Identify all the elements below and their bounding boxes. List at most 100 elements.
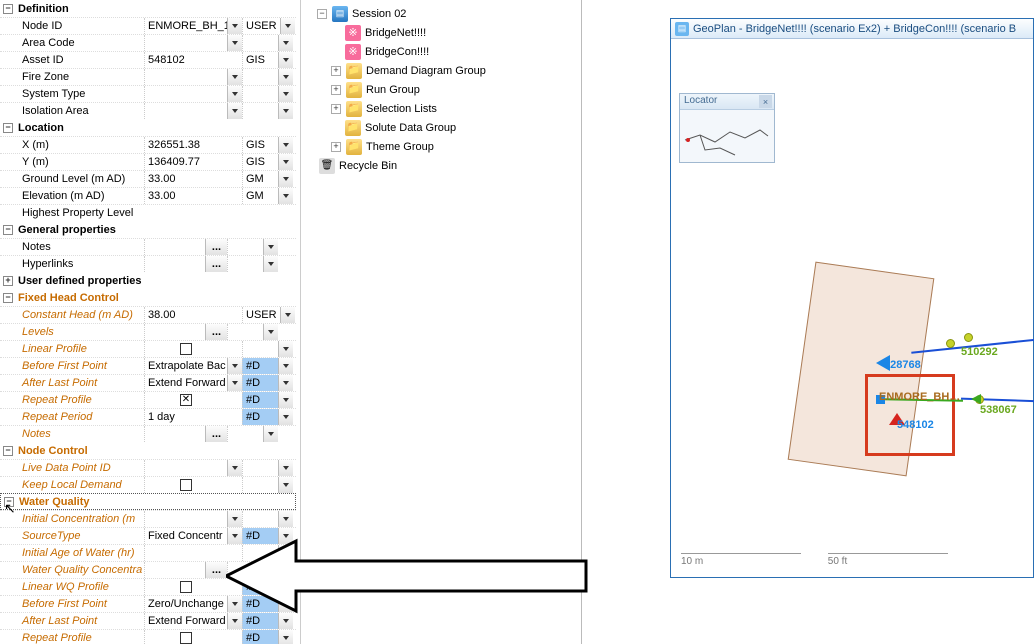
unit-cell[interactable]: GM [242, 171, 278, 187]
dropdown-icon[interactable] [278, 69, 293, 85]
unit-cell[interactable]: #D [242, 409, 278, 425]
dropdown-icon[interactable] [278, 392, 293, 408]
plus-icon[interactable]: + [331, 85, 341, 95]
dropdown-icon[interactable] [278, 409, 293, 425]
dropdown-icon[interactable] [278, 528, 293, 544]
ellipsis-button[interactable]: ... [205, 562, 227, 578]
dropdown-icon[interactable] [263, 562, 278, 578]
unit-cell[interactable]: #D [242, 392, 278, 408]
dropdown-icon[interactable] [278, 171, 293, 187]
unit-cell[interactable] [242, 341, 278, 357]
notes-value[interactable] [144, 239, 205, 255]
plus-icon[interactable]: + [331, 104, 341, 114]
tree-demand-diagram[interactable]: + Demand Diagram Group [301, 61, 581, 80]
ground-level-value[interactable]: 33.00 [144, 171, 227, 187]
unit-cell[interactable] [242, 35, 278, 51]
section-definition[interactable]: − Definition [0, 0, 296, 17]
section-general[interactable]: − General properties [0, 221, 296, 238]
dropdown-icon[interactable] [278, 596, 293, 612]
unit-cell[interactable] [242, 86, 278, 102]
dropdown-icon[interactable] [227, 358, 242, 374]
dropdown-icon[interactable] [227, 18, 242, 34]
plus-icon[interactable]: + [331, 66, 341, 76]
dropdown-icon[interactable] [278, 358, 293, 374]
hyperlinks-value[interactable] [144, 256, 205, 272]
unit-cell[interactable] [242, 460, 278, 476]
y-value[interactable]: 136409.77 [144, 154, 227, 170]
tree-selection-lists[interactable]: + Selection Lists [301, 99, 581, 118]
section-udp[interactable]: + User defined properties [0, 272, 296, 289]
bfp-value[interactable]: Extrapolate Bac [144, 358, 227, 374]
dropdown-icon[interactable] [278, 86, 293, 102]
close-icon[interactable]: × [759, 95, 772, 108]
map-canvas[interactable]: Locator × 528768 510292 538067 ENMORE_BH… [671, 39, 1033, 577]
dropdown-icon[interactable] [227, 460, 242, 476]
plus-icon[interactable]: + [331, 142, 341, 152]
plus-icon[interactable]: + [3, 276, 13, 286]
levels-value[interactable] [144, 324, 205, 340]
tree-bridgenet[interactable]: BridgeNet!!!! [301, 23, 581, 42]
unit-cell[interactable]: #D [242, 630, 278, 644]
linear-profile-check[interactable] [144, 341, 227, 357]
dropdown-icon[interactable] [227, 596, 242, 612]
system-type-value[interactable] [144, 86, 227, 102]
unit-cell[interactable]: USER [242, 18, 280, 34]
tree-recycle-bin[interactable]: Recycle Bin [301, 156, 581, 175]
ellipsis-button[interactable]: ... [205, 239, 227, 255]
tree-theme-group[interactable]: + Theme Group [301, 137, 581, 156]
source-type-value[interactable]: Fixed Concentr [144, 528, 227, 544]
unit-cell[interactable] [227, 256, 263, 272]
unit-cell[interactable]: GM [242, 188, 278, 204]
dropdown-icon[interactable] [227, 613, 242, 629]
fire-zone-value[interactable] [144, 69, 227, 85]
section-location[interactable]: − Location [0, 119, 296, 136]
dropdown-icon[interactable] [263, 256, 278, 272]
dropdown-icon[interactable] [278, 511, 293, 527]
unit-cell[interactable]: USER [242, 307, 280, 323]
tree-session[interactable]: − Session 02 [301, 4, 581, 23]
dropdown-icon[interactable] [227, 35, 242, 51]
minus-icon[interactable]: − [4, 497, 14, 507]
dropdown-icon[interactable] [263, 324, 278, 340]
locator-panel[interactable]: Locator × [679, 93, 775, 163]
repeat-period-value[interactable]: 1 day [144, 409, 227, 425]
minus-icon[interactable]: − [3, 123, 13, 133]
unit-cell[interactable]: #D [242, 596, 278, 612]
section-node-control[interactable]: − Node Control [0, 442, 296, 459]
dropdown-icon[interactable] [278, 460, 293, 476]
minus-icon[interactable]: − [3, 293, 13, 303]
unit-cell[interactable] [242, 511, 278, 527]
dropdown-icon[interactable] [263, 426, 278, 442]
section-water-quality[interactable]: − Water Quality [0, 493, 296, 510]
dropdown-icon[interactable] [278, 103, 293, 119]
unit-cell[interactable]: #D [242, 375, 278, 391]
dropdown-icon[interactable] [280, 18, 295, 34]
unit-cell[interactable]: GIS [242, 154, 278, 170]
unit-cell[interactable] [242, 477, 278, 493]
minus-icon[interactable]: − [3, 225, 13, 235]
fhc-notes-value[interactable] [144, 426, 205, 442]
dropdown-icon[interactable] [263, 239, 278, 255]
dropdown-icon[interactable] [278, 341, 293, 357]
kld-check[interactable] [144, 477, 227, 493]
unit-cell[interactable] [227, 324, 263, 340]
dropdown-icon[interactable] [278, 630, 293, 644]
unit-cell[interactable]: #D [242, 528, 278, 544]
linwq-check[interactable] [144, 579, 227, 595]
init-conc-value[interactable] [144, 511, 227, 527]
tree-run-group[interactable]: + Run Group [301, 80, 581, 99]
tree-bridgecon[interactable]: BridgeCon!!!! [301, 42, 581, 61]
dropdown-icon[interactable] [227, 103, 242, 119]
dropdown-icon[interactable] [227, 511, 242, 527]
wq-bfp-value[interactable]: Zero/Unchange [144, 596, 227, 612]
constant-head-value[interactable]: 38.00 [144, 307, 227, 323]
ldp-value[interactable] [144, 460, 227, 476]
dropdown-icon[interactable] [278, 477, 293, 493]
ellipsis-button[interactable]: ... [205, 324, 227, 340]
unit-cell[interactable] [227, 426, 263, 442]
alp-value[interactable]: Extend Forward [144, 375, 227, 391]
unit-cell[interactable] [227, 562, 263, 578]
dropdown-icon[interactable] [278, 613, 293, 629]
dropdown-icon[interactable] [278, 188, 293, 204]
dropdown-icon[interactable] [278, 579, 293, 595]
